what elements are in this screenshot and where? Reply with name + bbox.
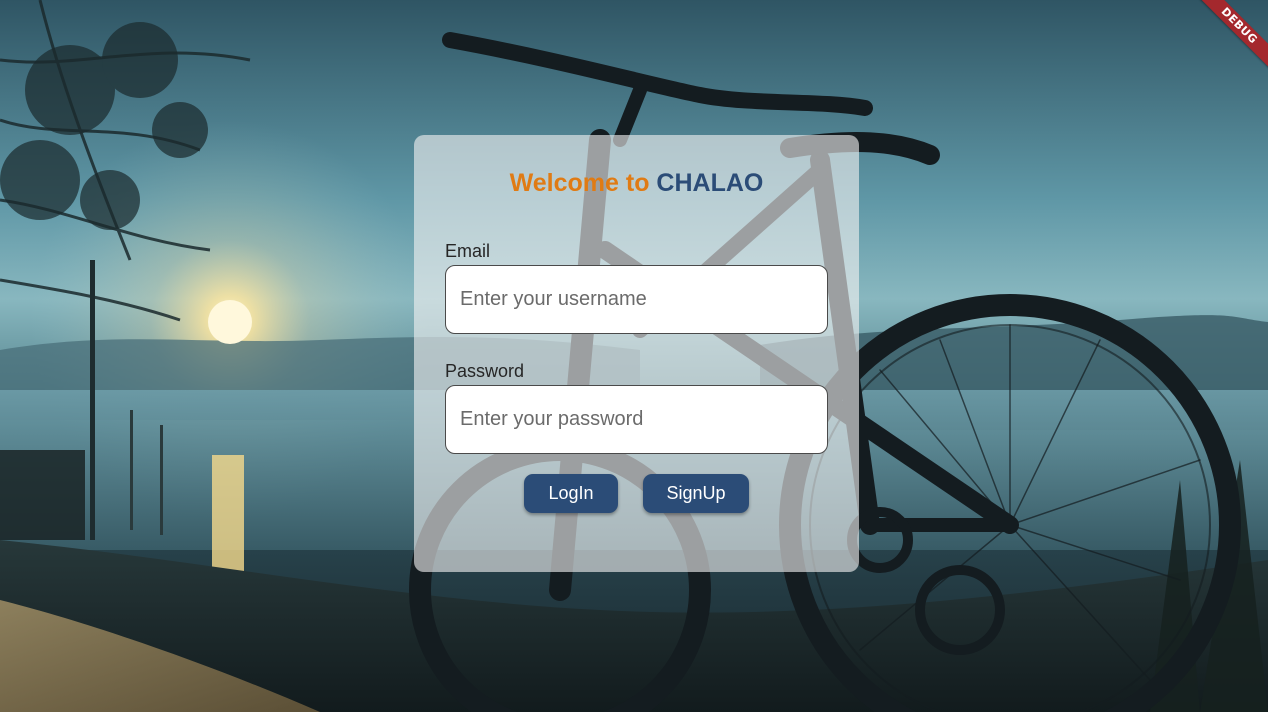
login-screen: DEBUG Welcome to CHALAO Email Password L…: [0, 0, 1268, 712]
login-button[interactable]: LogIn: [524, 474, 618, 513]
email-field[interactable]: [445, 265, 828, 334]
title-brand: CHALAO: [656, 169, 764, 197]
login-card: Welcome to CHALAO Email Password LogIn S…: [414, 135, 859, 572]
password-label: Password: [445, 361, 525, 381]
password-field[interactable]: [445, 385, 828, 454]
email-label: Email: [445, 241, 491, 261]
signup-button[interactable]: SignUp: [643, 474, 749, 513]
page-title: Welcome to CHALAO: [414, 169, 859, 198]
title-prefix: Welcome to: [509, 169, 657, 197]
